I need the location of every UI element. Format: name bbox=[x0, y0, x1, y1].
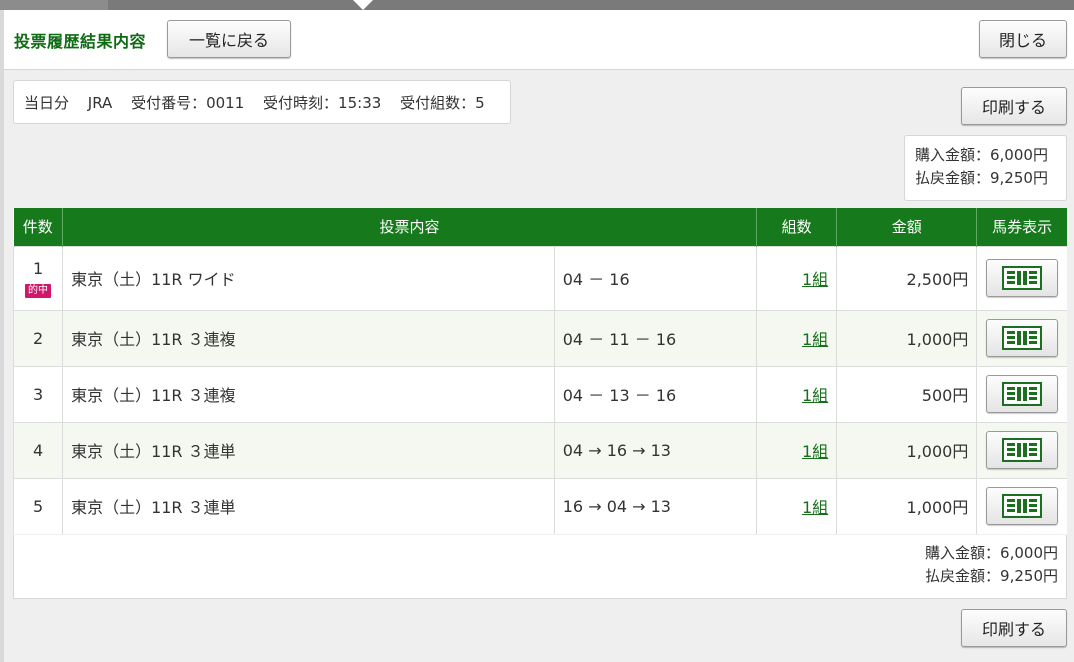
amount: 1,000円 bbox=[836, 309, 977, 366]
amount: 2,500円 bbox=[836, 245, 977, 310]
top-left-tab bbox=[0, 0, 108, 10]
close-button[interactable]: 閉じる bbox=[979, 20, 1067, 58]
sets-cell: 1組 bbox=[756, 309, 837, 366]
ticket-display-button[interactable] bbox=[986, 375, 1059, 413]
row-number: 2 bbox=[12, 309, 63, 366]
sets-link[interactable]: 1組 bbox=[802, 442, 828, 461]
race-name: 東京（土）11R ３連複 bbox=[62, 365, 555, 422]
row-number-cell: 1 的中 bbox=[12, 245, 63, 310]
race-name: 東京（土）11R ３連単 bbox=[62, 477, 555, 534]
tab-pointer bbox=[353, 0, 373, 10]
ticket-icon bbox=[1002, 326, 1043, 350]
combination: 04 － 16 bbox=[553, 245, 757, 310]
ticket-cell bbox=[976, 365, 1067, 422]
purchase-amount: 購入金額：6,000円 bbox=[915, 146, 1048, 164]
page-header: 投票履歴結果内容 一覧に戻る 閉じる bbox=[4, 10, 1074, 70]
receipt-sets: 受付組数：5 bbox=[400, 94, 485, 112]
ticket-icon bbox=[1002, 438, 1043, 462]
ticket-display-button[interactable] bbox=[986, 431, 1059, 469]
org-label: JRA bbox=[87, 94, 113, 112]
sets-link[interactable]: 1組 bbox=[802, 498, 828, 517]
amount: 1,000円 bbox=[836, 421, 977, 478]
receipt-number: 受付番号：0011 bbox=[131, 94, 245, 112]
sets-link[interactable]: 1組 bbox=[802, 330, 828, 349]
ticket-display-button[interactable] bbox=[986, 259, 1059, 297]
table-row: 4 東京（土）11R ３連単 04 → 16 → 13 1組 1,000円 bbox=[12, 421, 1067, 478]
sets-cell: 1組 bbox=[756, 477, 837, 534]
col-content: 投票内容 bbox=[62, 208, 757, 246]
table-row: 1 的中 東京（土）11R ワイド 04 － 16 1組 2,500円 bbox=[12, 245, 1067, 310]
ticket-cell bbox=[976, 245, 1067, 310]
bet-table: 件数 投票内容 組数 金額 馬券表示 1 的中 東京（土）11R ワイド 04 … bbox=[12, 208, 1067, 534]
table-row: 3 東京（土）11R ３連複 04 － 13 － 16 1組 500円 bbox=[12, 365, 1067, 422]
combination: 04 － 11 － 16 bbox=[553, 309, 757, 366]
ticket-display-button[interactable] bbox=[986, 487, 1059, 526]
row-number: 5 bbox=[12, 477, 63, 534]
day-label: 当日分 bbox=[24, 94, 70, 112]
ticket-cell bbox=[976, 309, 1067, 366]
hit-badge: 的中 bbox=[25, 283, 52, 298]
ticket-cell bbox=[976, 421, 1067, 478]
sets-cell: 1組 bbox=[756, 421, 837, 478]
combination: 16 → 04 → 13 bbox=[553, 477, 757, 534]
col-sets: 組数 bbox=[756, 208, 837, 246]
amount: 500円 bbox=[836, 365, 977, 422]
sets-cell: 1組 bbox=[756, 245, 837, 310]
table-header-row: 件数 投票内容 組数 金額 馬券表示 bbox=[13, 208, 1067, 246]
ticket-icon bbox=[1002, 494, 1043, 519]
amount: 1,000円 bbox=[836, 477, 977, 534]
back-to-list-button[interactable]: 一覧に戻る bbox=[167, 20, 291, 58]
race-name: 東京（土）11R ３連単 bbox=[62, 421, 555, 478]
sets-link[interactable]: 1組 bbox=[802, 270, 828, 289]
top-tab-bar bbox=[0, 0, 1074, 10]
col-amount: 金額 bbox=[836, 208, 977, 246]
race-name: 東京（土）11R ワイド bbox=[62, 245, 555, 310]
combination: 04 → 16 → 13 bbox=[553, 421, 757, 478]
purchase-amount: 購入金額：6,000円 bbox=[925, 544, 1058, 562]
table-row: 2 東京（土）11R ３連複 04 － 11 － 16 1組 1,000円 bbox=[12, 309, 1067, 366]
ticket-icon bbox=[1002, 266, 1043, 290]
print-button-bottom[interactable]: 印刷する bbox=[961, 609, 1067, 647]
summary-box-bottom: 購入金額：6,000円 払戻金額：9,250円 bbox=[13, 535, 1067, 599]
ticket-cell bbox=[976, 477, 1067, 534]
row-number: 1 bbox=[32, 258, 44, 278]
sets-cell: 1組 bbox=[756, 365, 837, 422]
receipt-info: 当日分 JRA 受付番号：0011 受付時刻：15:33 受付組数：5 bbox=[13, 80, 511, 124]
sets-link[interactable]: 1組 bbox=[802, 386, 828, 405]
receipt-time: 受付時刻：15:33 bbox=[263, 94, 382, 112]
ticket-icon bbox=[1002, 382, 1043, 406]
row-number: 4 bbox=[12, 421, 63, 478]
refund-amount: 払戻金額：9,250円 bbox=[925, 567, 1058, 585]
table-row: 5 東京（土）11R ３連単 16 → 04 → 13 1組 1,000円 bbox=[12, 477, 1067, 534]
print-button-top[interactable]: 印刷する bbox=[961, 87, 1067, 125]
main-content: 当日分 JRA 受付番号：0011 受付時刻：15:33 受付組数：5 印刷する… bbox=[4, 70, 1074, 662]
col-ticket: 馬券表示 bbox=[976, 208, 1067, 246]
col-count: 件数 bbox=[13, 208, 63, 246]
page-title: 投票履歴結果内容 bbox=[14, 32, 147, 51]
row-number: 3 bbox=[12, 365, 63, 422]
race-name: 東京（土）11R ３連複 bbox=[62, 309, 555, 366]
combination: 04 － 13 － 16 bbox=[553, 365, 757, 422]
refund-amount: 払戻金額：9,250円 bbox=[915, 169, 1048, 187]
ticket-display-button[interactable] bbox=[986, 319, 1059, 357]
summary-box-top: 購入金額：6,000円 払戻金額：9,250円 bbox=[904, 135, 1067, 201]
